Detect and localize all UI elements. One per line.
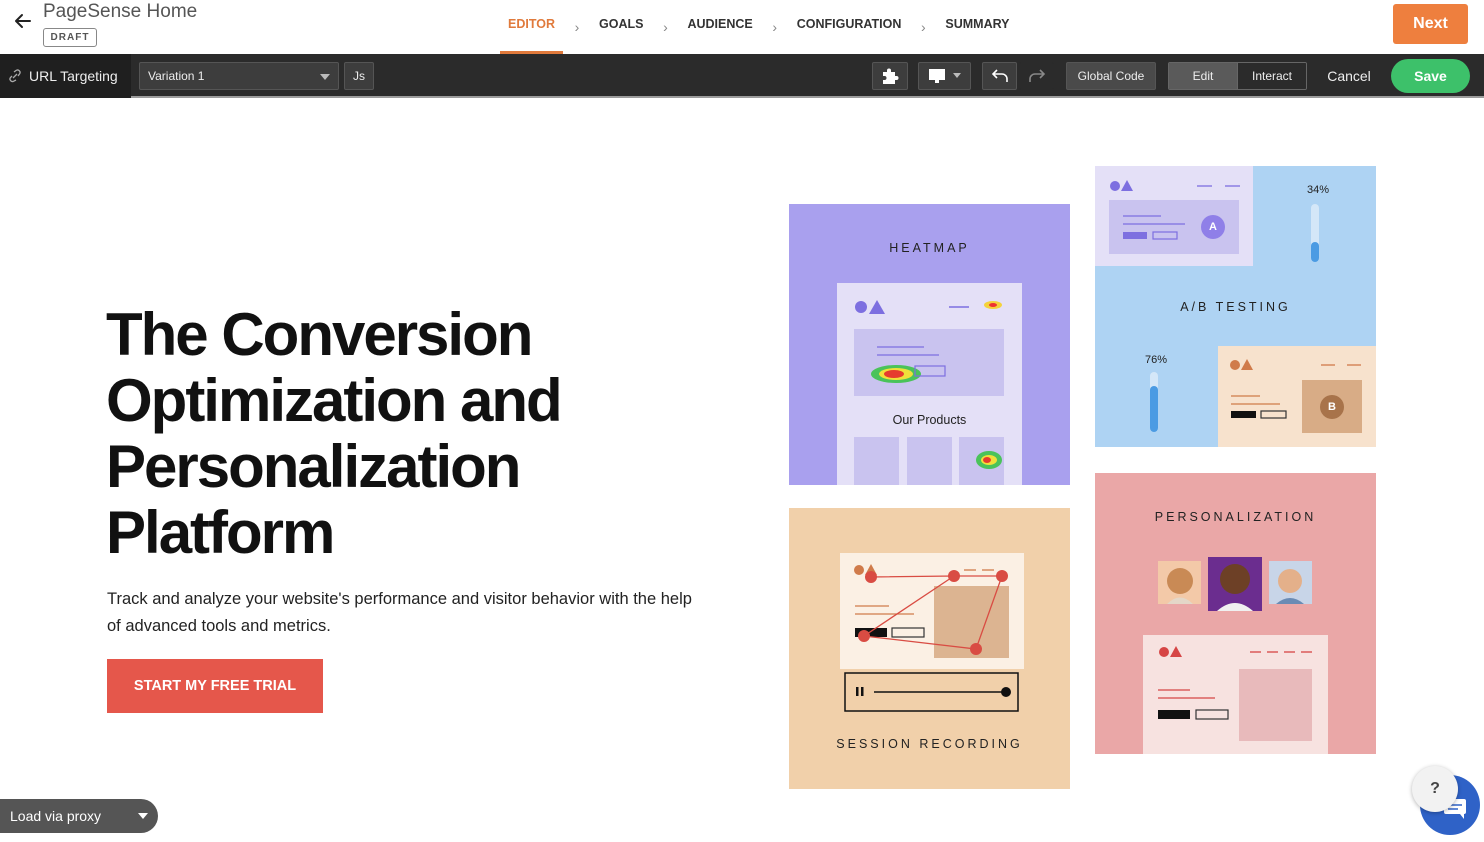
personalization-illustration <box>1143 557 1328 754</box>
caret-down-icon <box>138 813 148 819</box>
personalization-card: PERSONALIZATION <box>1095 473 1376 754</box>
interact-mode-button[interactable]: Interact <box>1237 63 1306 89</box>
hero-title-line: Personalization <box>106 433 521 500</box>
heatmap-illustration <box>837 283 1022 485</box>
chevron-right-icon: › <box>574 19 580 35</box>
variation-value: Variation 1 <box>148 69 205 83</box>
save-button[interactable]: Save <box>1391 59 1470 93</box>
heatmap-card: HEATMAP Our Products <box>789 204 1070 485</box>
chevron-right-icon: › <box>663 19 668 35</box>
hero-title-line: Optimization and <box>106 367 563 434</box>
redo-icon <box>1028 69 1045 82</box>
global-code-button[interactable]: Global Code <box>1066 62 1156 90</box>
cancel-button[interactable]: Cancel <box>1318 62 1380 90</box>
step-configuration[interactable]: CONFIGURATION <box>789 0 910 54</box>
step-goals[interactable]: GOALS <box>591 0 651 54</box>
ab-testing-card: A B 34% 76% A/B TESTING <box>1095 166 1376 447</box>
hero-title-line: Platform <box>106 499 335 566</box>
app-title: PageSense Home <box>43 1 198 22</box>
variant-a-label: A <box>1209 221 1217 233</box>
url-targeting-label: URL Targeting <box>29 68 118 84</box>
variant-a-percent: 34% <box>1306 184 1330 196</box>
hero-title: The Conversion Optimization and Personal… <box>106 302 666 566</box>
next-button[interactable]: Next <box>1393 4 1468 44</box>
hero-description: Track and analyze your website's perform… <box>107 590 692 635</box>
url-targeting-button[interactable]: URL Targeting <box>0 54 131 98</box>
variant-b-label: B <box>1328 401 1336 413</box>
load-via-proxy-select[interactable]: Load via proxy <box>0 799 158 833</box>
puzzle-icon <box>883 68 899 84</box>
redo-button[interactable] <box>1019 62 1054 90</box>
ab-testing-label: A/B TESTING <box>1180 300 1291 314</box>
step-summary[interactable]: SUMMARY <box>937 0 1017 54</box>
link-icon <box>9 69 21 83</box>
monitor-icon <box>928 69 961 83</box>
step-audience[interactable]: AUDIENCE <box>679 0 760 54</box>
session-recording-label: SESSION RECORDING <box>836 737 1023 751</box>
variant-b-percent: 76% <box>1144 354 1168 366</box>
caret-down-icon <box>320 74 330 80</box>
variation-select[interactable]: Variation 1 <box>139 62 339 90</box>
hero-title-line: The Conversion <box>106 301 533 368</box>
mode-toggle: Edit Interact <box>1168 62 1307 90</box>
session-recording-card: SESSION RECORDING <box>789 508 1070 789</box>
step-editor[interactable]: EDITOR <box>500 0 563 54</box>
proxy-label: Load via proxy <box>10 808 102 824</box>
edit-mode-button[interactable]: Edit <box>1169 63 1237 89</box>
top-header: PageSense Home DRAFT EDITOR › GOALS › AU… <box>0 0 1484 54</box>
start-free-trial-button[interactable]: START MY FREE TRIAL <box>107 659 323 713</box>
back-arrow-icon[interactable] <box>12 10 34 32</box>
step-nav: EDITOR › GOALS › AUDIENCE › CONFIGURATIO… <box>500 0 1018 54</box>
chevron-right-icon: › <box>772 19 778 35</box>
our-products-label: Our Products <box>892 413 967 427</box>
help-button[interactable]: ? <box>1412 766 1458 812</box>
device-select[interactable] <box>918 62 971 90</box>
extensions-button[interactable] <box>872 62 908 90</box>
chevron-right-icon: › <box>921 19 926 35</box>
editor-toolbar: URL Targeting Variation 1 Js Global Code… <box>0 54 1484 98</box>
js-button[interactable]: Js <box>344 62 374 90</box>
draft-badge: DRAFT <box>43 28 97 47</box>
undo-button[interactable] <box>982 62 1017 90</box>
undo-icon <box>991 69 1008 82</box>
